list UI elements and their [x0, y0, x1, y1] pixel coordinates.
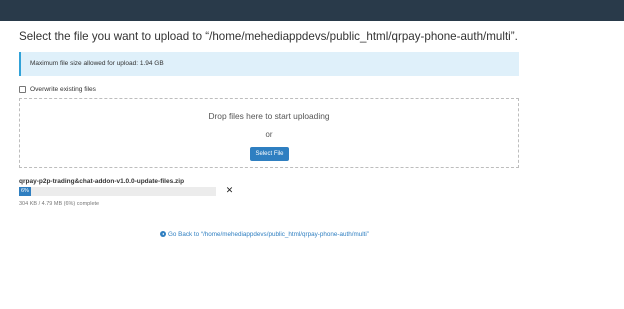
overwrite-checkbox[interactable] — [19, 85, 26, 93]
arrow-left-circle-icon — [160, 231, 166, 237]
close-icon[interactable]: ✕ — [225, 185, 234, 195]
file-drop-zone[interactable]: Drop files here to start uploading or Se… — [19, 98, 519, 168]
top-navigation-bar — [0, 0, 624, 21]
select-file-button[interactable]: Select File — [250, 147, 289, 161]
max-file-size-notice: Maximum file size allowed for upload: 1.… — [19, 52, 519, 76]
upload-status-text: 304 KB / 4.79 MB (6%) complete — [19, 201, 100, 207]
overwrite-option[interactable]: Overwrite existing files — [19, 84, 96, 94]
drop-zone-or: or — [265, 130, 273, 139]
page-title: Select the file you want to upload to “/… — [19, 30, 518, 43]
upload-file-name: qrpay-p2p-trading&chat-addon-v1.0.0-upda… — [19, 178, 185, 185]
overwrite-label: Overwrite existing files — [30, 85, 96, 93]
go-back-link[interactable]: Go Back to “/home/mehediappdevs/public_h… — [160, 229, 369, 239]
go-back-link-text[interactable]: Go Back to “/home/mehediappdevs/public_h… — [168, 231, 369, 238]
upload-progress-fill: 6% — [19, 187, 31, 196]
upload-progress-label: 6% — [21, 188, 29, 194]
max-file-size-text: Maximum file size allowed for upload: 1.… — [30, 60, 164, 67]
upload-progress-bar: 6% — [19, 187, 216, 196]
drop-zone-text: Drop files here to start uploading — [208, 111, 330, 121]
